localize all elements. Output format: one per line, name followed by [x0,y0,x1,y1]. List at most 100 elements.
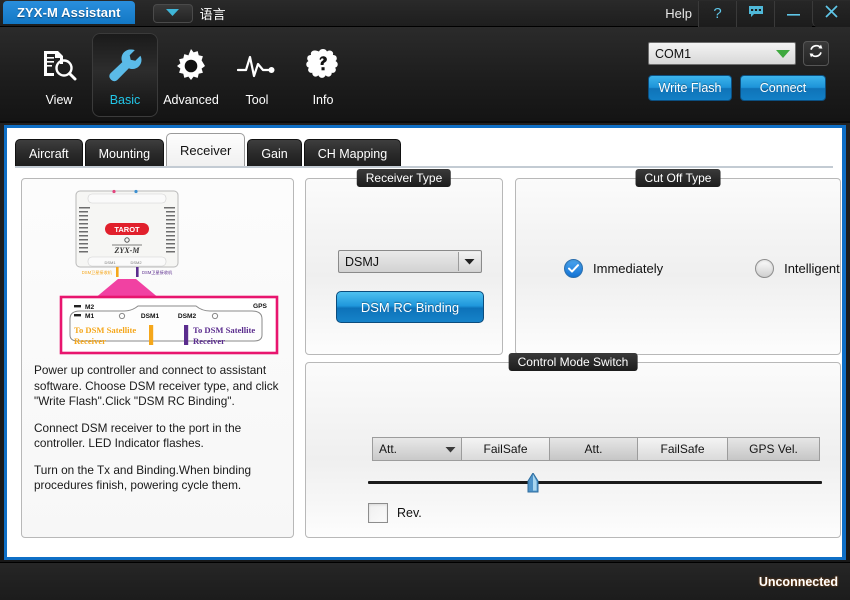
language-label: 语言 [199,6,226,22]
toolbar-item-tool[interactable]: Tool [224,33,290,117]
titlebar-buttons: Help ? [659,0,850,27]
rev-checkbox[interactable] [368,503,388,523]
com-port-value: COM1 [655,46,692,61]
tab-content-receiver: TAROT ZYX-M DSM1 DSM2 DSM卫星接收机 DSM卫星接收机 [15,169,841,549]
tab-label: CH Mapping [317,146,388,161]
connect-label: Connect [759,81,807,95]
tab-ch-mapping[interactable]: CH Mapping [303,139,402,167]
app-title-label: ZYX-M Assistant [17,5,121,20]
tab-underline [15,166,833,168]
svg-text:DSM2: DSM2 [178,313,197,320]
document-search-icon [41,44,77,88]
help-label[interactable]: Help [659,6,698,21]
cut-off-options: Immediately Intelligent [564,259,840,278]
control-mode-slider-track[interactable] [368,481,822,484]
com-port-row: COM1 [648,41,834,66]
gear-icon [173,44,209,88]
app-title-tab[interactable]: ZYX-M Assistant [3,1,135,24]
toolbar-item-advanced[interactable]: Advanced [158,33,224,117]
radio-checked-icon[interactable] [564,259,583,278]
tab-gain[interactable]: Gain [247,139,302,167]
tab-aircraft[interactable]: Aircraft [15,139,83,167]
refresh-icon [808,43,824,64]
wrench-icon [108,44,142,88]
tab-receiver[interactable]: Receiver [166,133,246,167]
refresh-button[interactable] [803,41,829,66]
cut-off-option-immediately[interactable]: Immediately [564,259,663,278]
control-mode-switch-panel: Control Mode Switch Att. FailSafe Att. F… [305,353,841,538]
slider-thumb-icon[interactable] [526,472,540,494]
control-mode-segment-3[interactable]: Att. [550,437,638,461]
com-port-select[interactable]: COM1 [648,42,796,65]
chevron-down-icon [165,4,180,22]
cut-off-option-intelligent[interactable]: Intelligent [755,259,840,278]
message-icon [748,5,764,22]
svg-text:DSM卫星接收机: DSM卫星接收机 [142,269,173,276]
receiver-type-select[interactable]: DSMJ [338,250,482,273]
toolbar-item-view[interactable]: View [26,33,92,117]
chevron-down-icon[interactable] [445,442,456,456]
dsm-rc-binding-label: DSM RC Binding [360,299,460,315]
toolbar-item-basic[interactable]: Basic [92,33,158,117]
tab-label: Gain [261,146,288,161]
application-window: ZYX-M Assistant 语言 Help ? View Basic Adv… [0,0,850,600]
rev-label: Rev. [397,506,422,520]
cut-off-type-title: Cut Off Type [635,169,721,187]
status-bar: Unconnected [0,562,850,600]
connect-button[interactable]: Connect [740,75,826,101]
toolbar-item-label: Tool [245,92,269,107]
svg-text:TAROT: TAROT [114,225,140,234]
control-mode-segment-5[interactable]: GPS Vel. [728,437,820,461]
svg-text:DSM1: DSM1 [104,260,116,265]
feedback-button[interactable] [736,0,774,27]
language-selector[interactable]: 语言 [152,0,226,26]
toolbar-item-label: Advanced [163,92,219,107]
toolbar-item-label: Info [312,92,334,107]
help-button[interactable]: ? [698,0,736,27]
close-button[interactable] [812,0,850,27]
radio-unchecked-icon[interactable] [755,259,775,278]
close-icon [824,4,839,23]
toolbar-item-info[interactable]: Info [290,33,356,117]
title-bar: ZYX-M Assistant 语言 Help ? [0,0,850,27]
question-mark-icon: ? [713,5,722,22]
rev-checkbox-row[interactable]: Rev. [368,503,422,523]
tab-mounting[interactable]: Mounting [84,139,165,167]
waveform-icon [237,44,277,88]
cut-off-type-panel: Cut Off Type Immediately Intelligent [515,169,841,355]
svg-text:Receiver: Receiver [193,336,225,346]
control-mode-segment-4[interactable]: FailSafe [638,437,728,461]
write-flash-button[interactable]: Write Flash [648,75,732,101]
content-area: Aircraft Mounting Receiver Gain CH Mappi… [7,128,842,557]
instruction-step-2: Connect DSM receiver to the port in the … [34,420,242,451]
control-mode-switch-title: Control Mode Switch [508,353,638,371]
connection-status-text: Unconnected [758,574,838,589]
control-mode-segment-label: FailSafe [483,442,528,456]
dsm-rc-binding-button[interactable]: DSM RC Binding [336,291,484,323]
content-frame: Aircraft Mounting Receiver Gain CH Mappi… [4,125,846,560]
toolbar-items: View Basic Advanced Tool Info [26,33,356,117]
instruction-text: Power up controller and connect to assis… [34,363,283,505]
control-mode-segment-label: GPS Vel. [749,442,798,456]
toolbar-item-label: Basic [109,92,141,107]
minimize-icon [786,5,801,22]
control-mode-segment-1[interactable]: Att. [372,437,462,461]
chevron-down-icon[interactable] [773,45,793,62]
control-mode-segment-label: Att. [379,442,398,456]
control-mode-segments: Att. FailSafe Att. FailSafe GPS Vel. [372,437,820,461]
minimize-button[interactable] [774,0,812,27]
svg-text:DSM2: DSM2 [130,260,142,265]
write-flash-label: Write Flash [658,81,722,95]
chevron-down-icon[interactable] [458,252,480,271]
connection-panel: COM1 Write Flash Connect [648,41,834,101]
main-toolbar: View Basic Advanced Tool Info COM1 Write… [0,27,850,123]
tab-bar: Aircraft Mounting Receiver Gain CH Mappi… [15,133,402,167]
language-dropdown-button[interactable] [152,3,193,23]
control-mode-segment-2[interactable]: FailSafe [462,437,550,461]
cut-off-option-label: Immediately [593,261,664,276]
tab-label: Aircraft [29,146,69,161]
svg-text:To DSM Satellite: To DSM Satellite [74,325,136,335]
toolbar-item-label: View [45,92,73,107]
control-mode-segment-label: Att. [584,442,603,456]
titlebar-spacer [226,0,660,26]
